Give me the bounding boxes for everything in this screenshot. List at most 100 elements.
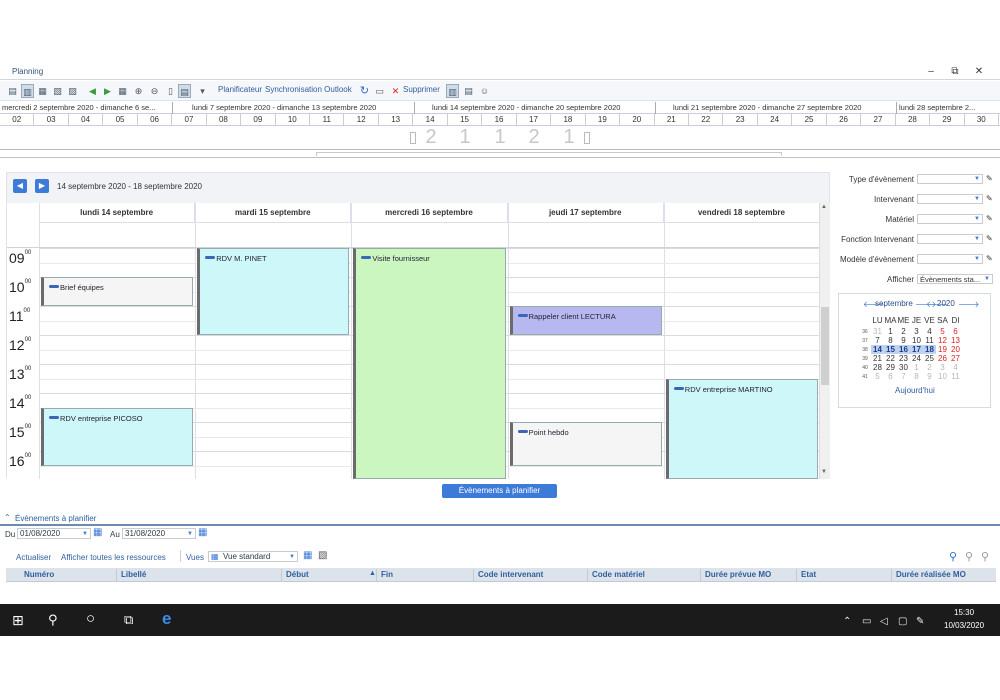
next-year-icon[interactable]: 🡒 [958, 299, 979, 309]
settings-icon[interactable]: ▤ [462, 84, 475, 98]
timeline-day[interactable]: 06 [138, 114, 173, 126]
edit-icon[interactable]: ✎ [986, 234, 993, 243]
task-view-icon[interactable]: ⧉ [124, 612, 133, 628]
evenements-a-planifier-button[interactable]: Évènements à planifier [442, 484, 557, 498]
type-select[interactable]: ▼ [917, 174, 983, 184]
timeline-day[interactable]: 10 [276, 114, 311, 126]
clock-date[interactable]: 10/03/2020 [944, 621, 984, 630]
next-period-button[interactable]: ▶ [35, 179, 49, 193]
mini-calendar-day[interactable]: 4 [923, 327, 936, 336]
calendar-event[interactable]: RDV M. PINET [197, 248, 350, 335]
timeline-day[interactable]: 14 [413, 114, 448, 126]
timeline-day[interactable]: 15 [448, 114, 483, 126]
mini-calendar-day[interactable]: 9 [897, 336, 910, 345]
timeline-day[interactable]: 12 [345, 114, 379, 126]
timeline-scroll-thumb[interactable] [316, 152, 782, 156]
restore-button[interactable]: ⧉ [946, 65, 964, 79]
day-column-header[interactable]: mardi 15 septembre [195, 203, 352, 223]
mini-calendar-day[interactable]: 7 [871, 336, 884, 345]
mini-calendar-day[interactable]: 11 [923, 336, 936, 345]
edit-icon[interactable]: ✎ [986, 194, 993, 203]
close-button[interactable]: ✕ [970, 65, 988, 79]
mini-calendar-day[interactable]: 25 [923, 354, 936, 363]
timeline-day[interactable]: 29 [930, 114, 965, 126]
mini-calendar-day[interactable]: 28 [871, 363, 884, 372]
document-icon[interactable]: ▯ [164, 84, 177, 98]
users-icon[interactable]: ☺ [478, 84, 491, 98]
column-header[interactable]: Numéro [24, 570, 54, 579]
column-header[interactable]: Etat [801, 570, 816, 579]
timeline-range-end-handle[interactable] [584, 132, 590, 144]
timeline-day[interactable]: 22 [689, 114, 724, 126]
mini-calendar-day[interactable]: 11 [949, 372, 962, 381]
mini-calendar-year[interactable]: 2020 [937, 299, 955, 308]
layout-icon[interactable]: ▥ [446, 84, 459, 98]
minimize-button[interactable]: – [922, 65, 940, 79]
afficher-select[interactable]: Évènements sta... ▼ [917, 274, 993, 284]
mini-calendar-day[interactable]: 22 [884, 354, 897, 363]
timeline-day[interactable]: 11 [310, 114, 345, 126]
column-header[interactable]: Code intervenant [478, 570, 543, 579]
calendar-event[interactable]: Visite fournisseur [353, 248, 506, 479]
mini-calendar-day[interactable]: 8 [910, 372, 923, 381]
mini-calendar-day[interactable]: 13 [949, 336, 962, 345]
column-header[interactable]: Code matériel [592, 570, 645, 579]
timeline-day[interactable]: 24 [758, 114, 793, 126]
previous-icon[interactable]: ◀ [86, 84, 99, 98]
scroll-thumb[interactable] [821, 307, 829, 385]
mini-calendar-month[interactable]: septembre [875, 299, 913, 308]
column-header[interactable]: Libellé [121, 570, 146, 579]
timeline-day[interactable]: 03 [34, 114, 69, 126]
timeline-day[interactable]: 16 [482, 114, 517, 126]
zoom-in-icon[interactable]: ⊕ [132, 84, 145, 98]
sync-outlook-button[interactable]: Synchronisation Outlook [265, 85, 352, 94]
workweek-view-icon[interactable]: ▦ [36, 84, 49, 98]
notification-icon[interactable]: ▢ [898, 616, 907, 627]
calendar-event[interactable]: RDV entreprise MARTINO [665, 378, 818, 479]
scroll-down-icon[interactable]: ▼ [821, 469, 827, 475]
timeline-day[interactable]: 02 [0, 114, 35, 126]
edit-icon[interactable]: ✎ [986, 254, 993, 263]
mini-calendar-day[interactable]: 9 [923, 372, 936, 381]
mini-calendar-day[interactable]: 2 [923, 363, 936, 372]
timeline-day[interactable]: 05 [103, 114, 138, 126]
mini-calendar-day[interactable]: 30 [897, 363, 910, 372]
day-column-header[interactable]: mercredi 16 septembre [351, 203, 508, 223]
fonction-select[interactable]: ▼ [917, 234, 983, 244]
today-button[interactable]: Aujourd'hui [895, 386, 935, 395]
timeline-day[interactable]: 13 [379, 114, 414, 126]
scroll-up-icon[interactable]: ▲ [821, 204, 827, 210]
previous-period-button[interactable]: ◀ [13, 179, 27, 193]
options-dropdown-icon[interactable]: ▾ [196, 84, 209, 98]
mini-calendar-day[interactable]: 26 [936, 354, 949, 363]
week-view-icon[interactable]: ▥ [21, 84, 34, 98]
battery-icon[interactable]: ▭ [862, 616, 871, 627]
sort-ascending-icon[interactable]: ▲ [369, 570, 376, 577]
mini-calendar-day[interactable]: 3 [910, 327, 923, 336]
planificateur-button[interactable]: Planificateur [218, 85, 262, 94]
timeline-day[interactable]: 28 [896, 114, 931, 126]
calendar-event[interactable]: Rappeler client LECTURA [509, 306, 662, 335]
edit-icon[interactable]: ✎ [986, 214, 993, 223]
timeline-day[interactable]: 19 [586, 114, 621, 126]
mini-calendar-day[interactable]: 29 [884, 363, 897, 372]
day-column-header[interactable]: vendredi 18 septembre [663, 203, 820, 223]
zoom-out-icon[interactable]: ⊖ [148, 84, 161, 98]
timeline-day[interactable]: 09 [241, 114, 276, 126]
mini-calendar-day[interactable]: 7 [897, 372, 910, 381]
planner-view-icon[interactable]: ▤ [178, 84, 191, 98]
day-column-header[interactable]: lundi 14 septembre [39, 203, 196, 223]
mini-calendar-day[interactable]: 24 [910, 354, 923, 363]
modele-select[interactable]: ▼ [917, 254, 983, 264]
volume-icon[interactable]: ◁ [880, 616, 888, 627]
column-header[interactable]: Durée réalisée MO [896, 570, 966, 579]
materiel-select[interactable]: ▼ [917, 214, 983, 224]
grid-icon[interactable]: ▦ [116, 84, 129, 98]
edit-icon[interactable]: ✎ [986, 174, 993, 183]
clock-time[interactable]: 15:30 [954, 608, 974, 617]
day-column-header[interactable]: jeudi 17 septembre [507, 203, 664, 223]
timeline-day[interactable]: 27 [861, 114, 896, 126]
calendar-event[interactable]: Point hebdo [509, 422, 662, 466]
mini-calendar-day[interactable]: 16 [897, 345, 910, 354]
mini-calendar-day[interactable]: 5 [936, 327, 949, 336]
